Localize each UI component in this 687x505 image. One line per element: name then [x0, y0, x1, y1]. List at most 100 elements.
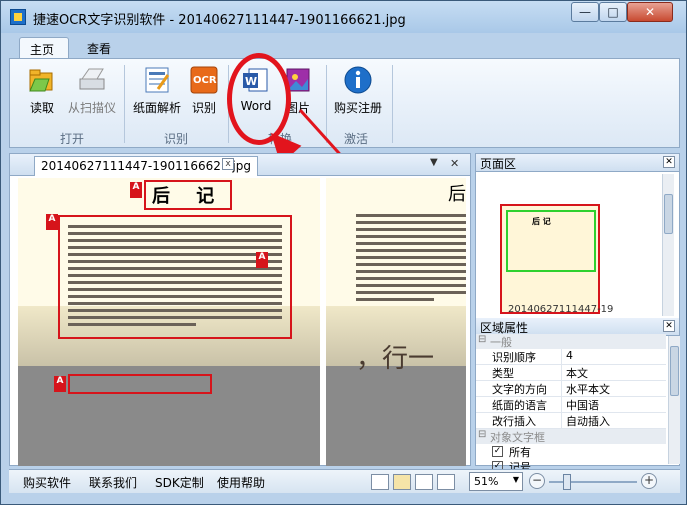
properties-grid: 一般 识别顺序 4 类型 本文 文字的方向 水平本文 纸面的语言 中国语 改行插… [476, 334, 666, 474]
page-thumbnail[interactable]: 后 记 [500, 204, 600, 314]
buy-software-link[interactable]: 购买软件 [23, 474, 71, 491]
folder-open-icon [27, 65, 57, 95]
image-view-icon[interactable] [393, 474, 411, 490]
page-layout-icon [142, 65, 172, 95]
ocr-icon: OCR [189, 65, 219, 95]
read-button[interactable]: 读取 [22, 65, 62, 119]
contact-us-link[interactable]: 联系我们 [89, 474, 137, 491]
fit-page-icon[interactable] [371, 474, 389, 490]
thumbnail-title: 后 记 [532, 216, 551, 226]
page-area-title: 页面区 [480, 157, 517, 171]
tab-view[interactable]: 查看 [77, 37, 127, 59]
page-big-text: ，行一 [356, 344, 435, 374]
prop-value[interactable]: 4 [562, 349, 573, 364]
prop-value[interactable]: 自动插入 [562, 413, 610, 428]
close-icon[interactable]: ✕ [663, 320, 675, 332]
scroll-thumb[interactable] [670, 346, 679, 396]
page-thumbnail-area: 后 记 [480, 176, 658, 316]
help-link[interactable]: 使用帮助 [217, 474, 265, 491]
zoom-value: 51% [474, 475, 499, 488]
ribbon-separator [326, 65, 327, 143]
image-region-box[interactable] [68, 374, 212, 394]
page-area-header: 页面区 ✕ [476, 154, 679, 172]
minimize-button[interactable]: — [571, 2, 599, 22]
register-button[interactable]: 购买注册 [330, 65, 386, 119]
title-bar: 捷速OCR文字识别软件 - 20140627111447-1901166621.… [1, 1, 686, 33]
zoom-slider-handle[interactable] [563, 474, 571, 490]
sdk-custom-link[interactable]: SDK定制 [155, 474, 204, 491]
text-view-icon[interactable] [415, 474, 433, 490]
page-heading: 后 [448, 184, 466, 205]
prop-name: 文字的方向 [476, 381, 562, 396]
maximize-icon: □ [607, 5, 619, 19]
read-label: 读取 [29, 101, 54, 115]
zoom-out-button[interactable]: − [529, 473, 545, 489]
text-region-box[interactable] [58, 215, 292, 339]
window-title: 捷速OCR文字识别软件 - 20140627111447-1901166621.… [33, 13, 406, 28]
text-area-tag-icon[interactable]: A [46, 214, 58, 230]
panel-close-icon[interactable]: ✕ [450, 157, 459, 170]
close-icon[interactable]: ✕ [663, 156, 675, 168]
properties-title: 区域属性 [480, 321, 529, 335]
ribbon: 读取 从扫描仪 打开 纸面解析 OCR 识别 识别 W Word 图片 转换 购… [9, 58, 680, 148]
close-icon: ✕ [644, 5, 656, 19]
recognize-button[interactable]: OCR 识别 [186, 65, 222, 119]
tab-home[interactable]: 主页 [19, 37, 69, 59]
prop-name: 改行插入 [476, 413, 562, 428]
scan-button[interactable]: 从扫描仪 [64, 65, 120, 119]
side-panel: 页面区 ✕ 后 记 20140627111447-19 区域属性 ✕ 一般 识别… [475, 153, 680, 474]
text-area-tag-icon[interactable]: A [256, 252, 268, 268]
layout-analysis-label: 纸面解析 [132, 101, 181, 115]
app-logo-icon [10, 9, 26, 25]
prop-section-text-object[interactable]: 对象文字框 [476, 429, 666, 444]
document-page-left[interactable]: 后 记 A A A A [18, 178, 320, 466]
prop-name: 纸面的语言 [476, 397, 562, 412]
chevron-down-icon: ▼ [512, 475, 519, 484]
chevron-down-icon[interactable]: ▼ [430, 157, 438, 168]
prop-row[interactable]: 识别顺序 4 [476, 349, 666, 365]
prop-row[interactable]: 文字的方向 水平本文 [476, 381, 666, 397]
document-panel: 20140627111447-1901166621.jpg x ▼ ✕ 后 记 … [9, 153, 471, 466]
prop-row[interactable]: 改行插入 自动插入 [476, 413, 666, 429]
prop-value[interactable]: 中国语 [562, 397, 599, 412]
document-page-right[interactable]: 后 ，行一 [326, 178, 466, 466]
prop-row[interactable]: 类型 本文 [476, 365, 666, 381]
prop-value[interactable]: 水平本文 [562, 381, 610, 396]
checkbox-row[interactable]: ✓ 所有 [476, 444, 666, 459]
properties-scrollbar[interactable] [668, 336, 680, 464]
scan-label: 从扫描仪 [67, 101, 116, 115]
scanner-icon [77, 65, 107, 95]
checkbox-icon[interactable]: ✓ [492, 446, 503, 457]
ribbon-tabs: 主页 查看 [9, 35, 680, 59]
zoom-in-button[interactable]: + [641, 473, 657, 489]
thumbnail-viewport[interactable] [506, 210, 596, 272]
prop-row[interactable]: 纸面的语言 中国语 [476, 397, 666, 413]
close-button[interactable]: ✕ [627, 2, 673, 22]
text-area-tag-icon[interactable]: A [54, 376, 66, 392]
text-area-tag-icon[interactable]: A [130, 182, 142, 198]
page-body-text [356, 210, 466, 305]
register-label: 购买注册 [333, 101, 382, 115]
split-view-icon[interactable] [437, 474, 455, 490]
ribbon-separator [124, 65, 125, 143]
prop-section-general[interactable]: 一般 [476, 334, 666, 349]
group-activate-label: 激活 [344, 132, 369, 146]
recognize-label: 识别 [191, 101, 216, 115]
scroll-thumb[interactable] [664, 194, 673, 234]
prop-name: 类型 [476, 365, 562, 380]
maximize-button[interactable]: □ [599, 2, 627, 22]
checkbox-label: 所有 [509, 445, 531, 459]
group-recognize-label: 识别 [164, 132, 189, 146]
status-bar: 购买软件 联系我们 SDK定制 使用帮助 51% ▼ − + [9, 469, 680, 493]
thumbnail-scrollbar[interactable] [662, 174, 674, 316]
svg-text:OCR: OCR [193, 75, 217, 86]
document-tab-bar: 20140627111447-1901166621.jpg x ▼ ✕ [10, 154, 470, 176]
prop-value[interactable]: 本文 [562, 365, 588, 380]
app-window: 捷速OCR文字识别软件 - 20140627111447-1901166621.… [0, 0, 687, 505]
ribbon-separator [392, 65, 393, 143]
group-open-label: 打开 [60, 132, 85, 146]
tab-close-icon[interactable]: x [222, 158, 234, 170]
layout-analysis-button[interactable]: 纸面解析 [130, 65, 184, 119]
minimize-icon: — [579, 5, 591, 19]
zoom-select[interactable]: 51% ▼ [469, 472, 523, 491]
